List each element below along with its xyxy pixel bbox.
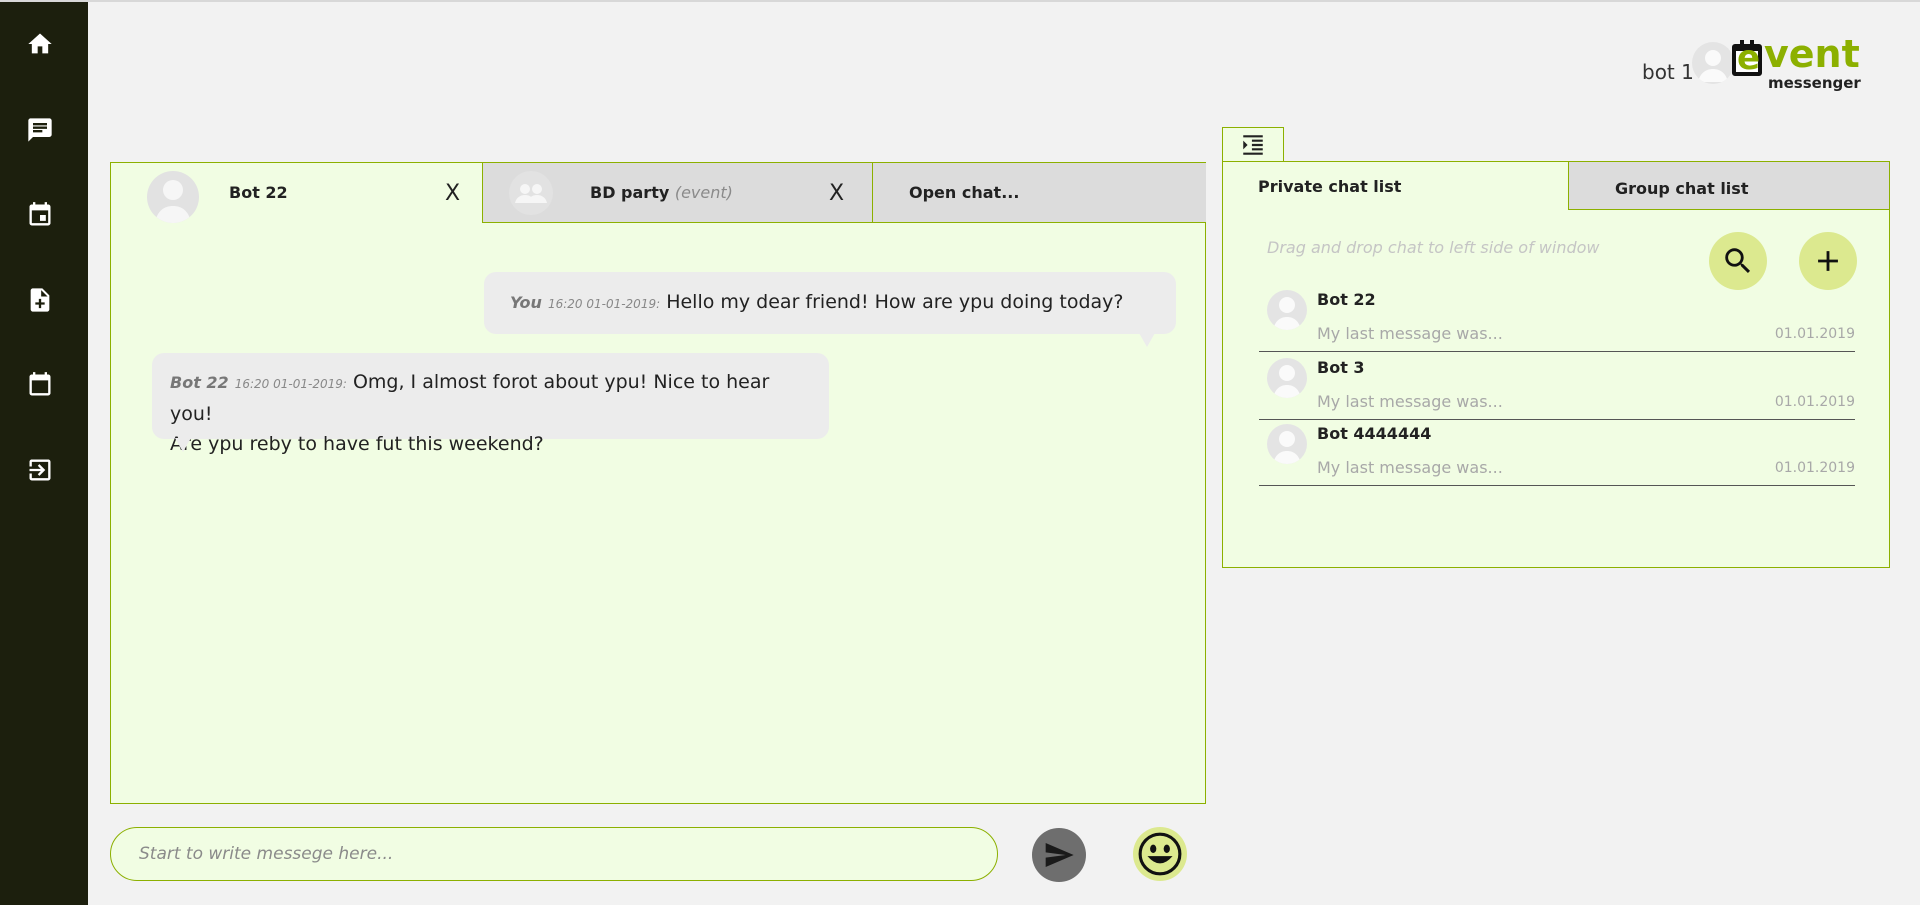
avatar bbox=[147, 171, 199, 223]
avatar bbox=[1267, 424, 1307, 464]
nav-add-document[interactable] bbox=[22, 282, 58, 318]
avatar bbox=[509, 171, 553, 215]
user-avatar[interactable] bbox=[1692, 42, 1734, 84]
tab-group-chat-list[interactable]: Group chat list bbox=[1568, 162, 1889, 210]
person-icon bbox=[1273, 365, 1301, 398]
send-button[interactable] bbox=[1032, 828, 1086, 882]
tab-label: BD party (event) bbox=[590, 183, 733, 202]
tab-open-chat[interactable]: Open chat... bbox=[872, 163, 1206, 223]
tab-close-button[interactable]: X bbox=[445, 181, 460, 206]
search-button[interactable] bbox=[1709, 232, 1767, 290]
message-bubble-incoming: Bot 22 16:20 01-01-2019: Omg, I almost f… bbox=[152, 353, 829, 455]
message-time: 16:20 01-01-2019: bbox=[234, 377, 347, 391]
tab-bot-22[interactable]: Bot 22 X bbox=[111, 163, 482, 223]
send-icon bbox=[1045, 843, 1074, 867]
nav-logout[interactable] bbox=[22, 452, 58, 488]
bubble-tail bbox=[175, 438, 191, 452]
chat-panel: Bot 22 X BD party (event) X Open chat...… bbox=[110, 162, 1206, 804]
message-sender: Bot 22 bbox=[170, 373, 229, 392]
logo-subtitle: messenger bbox=[1768, 74, 1861, 92]
tab-close-button[interactable]: X bbox=[829, 181, 844, 206]
tab-label: Bot 22 bbox=[229, 183, 288, 202]
logo-letter: e bbox=[1737, 38, 1761, 78]
chat-last-message: My last message was... bbox=[1317, 458, 1503, 477]
drag-hint: Drag and drop chat to left side of windo… bbox=[1267, 238, 1600, 257]
chat-list-item[interactable]: Bot 22 My last message was... 01.01.2019 bbox=[1259, 288, 1855, 352]
indent-icon bbox=[1243, 134, 1263, 155]
message-sender: You bbox=[510, 293, 542, 312]
message-bubble-outgoing: You 16:20 01-01-2019: Hello my dear frie… bbox=[484, 272, 1176, 334]
logo-word: vent bbox=[1764, 32, 1860, 76]
user-name: bot 1 bbox=[1642, 60, 1694, 84]
tab-label-suffix: (event) bbox=[674, 183, 733, 202]
event-icon bbox=[29, 202, 51, 226]
nav-event[interactable] bbox=[22, 197, 58, 233]
message-text-line2: Are ypu reby to have fut this weekend? bbox=[170, 433, 544, 455]
add-chat-button[interactable] bbox=[1799, 232, 1857, 290]
smiley-icon bbox=[1138, 832, 1182, 876]
message-time: 16:20 01-01-2019: bbox=[547, 297, 661, 311]
person-icon bbox=[1698, 50, 1728, 82]
chat-last-message: My last message was... bbox=[1317, 392, 1503, 411]
add-document-icon bbox=[30, 288, 50, 312]
tab-bd-party[interactable]: BD party (event) X bbox=[482, 163, 872, 223]
chat-name: Bot 22 bbox=[1317, 290, 1376, 309]
group-icon bbox=[515, 184, 547, 203]
chat-list-item[interactable]: Bot 3 My last message was... 01.01.2019 bbox=[1259, 356, 1855, 420]
chat-tab-bar: Bot 22 X BD party (event) X Open chat... bbox=[111, 163, 1207, 223]
sidebar bbox=[0, 2, 88, 905]
message-input[interactable] bbox=[110, 827, 998, 881]
message-text: Hello my dear friend! How are ypu doing … bbox=[666, 291, 1124, 313]
tab-private-chat-list[interactable]: Private chat list bbox=[1223, 162, 1568, 210]
collapse-panel-button[interactable] bbox=[1222, 127, 1284, 161]
calendar-icon bbox=[29, 372, 51, 396]
person-icon bbox=[1273, 297, 1301, 330]
app-logo: e vent messenger bbox=[1732, 32, 1861, 94]
nav-calendar[interactable] bbox=[22, 367, 58, 403]
avatar bbox=[1267, 358, 1307, 398]
logout-icon bbox=[29, 459, 51, 481]
chat-icon bbox=[28, 118, 52, 142]
chat-name: Bot 3 bbox=[1317, 358, 1365, 377]
avatar bbox=[1267, 290, 1307, 330]
chat-list-item[interactable]: Bot 4444444 My last message was... 01.01… bbox=[1259, 422, 1855, 486]
emoji-button[interactable] bbox=[1133, 827, 1187, 881]
chat-date: 01.01.2019 bbox=[1774, 394, 1855, 410]
chat-name: Bot 4444444 bbox=[1317, 424, 1432, 443]
chat-list-panel: Private chat list Group chat list Drag a… bbox=[1222, 161, 1890, 568]
person-icon bbox=[155, 180, 191, 223]
search-icon bbox=[1725, 248, 1751, 274]
plus-icon bbox=[1818, 251, 1838, 271]
nav-home[interactable] bbox=[22, 26, 58, 62]
tab-label: Open chat... bbox=[909, 183, 1020, 202]
chat-last-message: My last message was... bbox=[1317, 324, 1503, 343]
nav-chat[interactable] bbox=[22, 112, 58, 148]
bubble-tail bbox=[1139, 333, 1155, 347]
chat-date: 01.01.2019 bbox=[1774, 460, 1855, 476]
home-icon bbox=[28, 33, 52, 54]
person-icon bbox=[1273, 431, 1301, 464]
chat-date: 01.01.2019 bbox=[1774, 326, 1855, 342]
